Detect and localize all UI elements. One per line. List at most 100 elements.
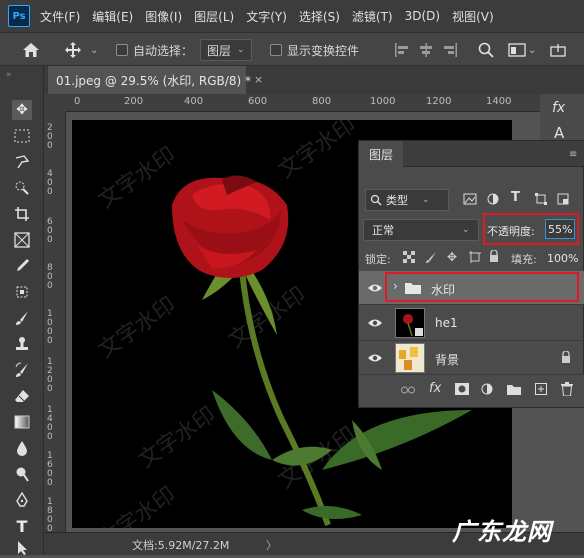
ruler-tick-label: 8 0 0 <box>47 263 53 291</box>
auto-select-value: 图层 <box>207 43 232 58</box>
pixel-filter-icon[interactable] <box>463 193 477 208</box>
checkbox-icon <box>270 44 282 56</box>
lock-pixels-icon[interactable] <box>425 251 437 266</box>
ruler-tick-label: 1 8 0 0 <box>47 497 53 534</box>
menu-type[interactable]: 文字(Y) <box>246 8 287 25</box>
menu-filter[interactable]: 滤镜(T) <box>352 8 393 25</box>
search-icon[interactable] <box>478 33 494 67</box>
layer-row-background[interactable]: 背景 <box>359 341 584 375</box>
auto-select-dropdown[interactable]: 图层 ⌄ <box>200 33 252 67</box>
checkbox-icon <box>116 44 128 56</box>
photoshop-logo: Ps <box>8 5 30 27</box>
menu-3d[interactable]: 3D(D) <box>405 9 440 23</box>
share-icon[interactable] <box>550 33 566 67</box>
home-icon[interactable] <box>22 33 40 67</box>
chevron-down-icon[interactable]: ⌄ <box>90 33 98 67</box>
menu-edit[interactable]: 编辑(E) <box>92 8 133 25</box>
crop-tool-icon[interactable] <box>12 204 32 224</box>
align-center-icon[interactable] <box>418 33 434 67</box>
layer-thumbnail <box>395 308 425 338</box>
show-transform-checkbox[interactable]: 显示变换控件 <box>270 33 359 67</box>
type-tool-icon[interactable]: T <box>12 516 32 536</box>
ruler-tick-label: 2 0 0 <box>47 123 53 151</box>
fill-input[interactable]: 100% <box>545 249 581 267</box>
menu-image[interactable]: 图像(I) <box>145 8 182 25</box>
document-tab[interactable]: 01.jpeg @ 29.5% (水印, RGB/8) * <box>48 66 251 94</box>
auto-select-label: 自动选择： <box>133 43 194 58</box>
adjustment-filter-icon[interactable] <box>487 193 499 208</box>
ruler-vertical: 2 0 0 4 0 0 6 0 0 8 0 0 1 0 0 0 1 2 0 0 … <box>44 112 66 534</box>
healing-brush-tool-icon[interactable] <box>12 282 32 302</box>
shape-filter-icon[interactable] <box>535 193 547 208</box>
lock-artboard-icon[interactable] <box>469 251 481 266</box>
dodge-tool-icon[interactable] <box>12 464 32 484</box>
ruler-tick-label: 1000 <box>370 96 396 107</box>
history-brush-tool-icon[interactable] <box>12 360 32 380</box>
ruler-tick-label: 1 2 0 0 <box>47 357 53 394</box>
fill-label: 填充: <box>511 253 537 266</box>
ruler-tick-label: 1 6 0 0 <box>47 451 53 488</box>
tab-layers[interactable]: 图层 <box>359 141 403 167</box>
ruler-tick-label: 1200 <box>426 96 452 107</box>
marquee-tool-icon[interactable] <box>12 126 32 146</box>
brush-tool-icon[interactable] <box>12 308 32 328</box>
collapse-icon[interactable]: » <box>6 70 12 80</box>
quick-select-tool-icon[interactable] <box>12 178 32 198</box>
eye-icon[interactable] <box>367 283 383 293</box>
blur-tool-icon[interactable] <box>12 438 32 458</box>
lasso-tool-icon[interactable] <box>12 152 32 172</box>
stamp-tool-icon[interactable] <box>12 334 32 354</box>
ruler-tick-label: 1 0 0 0 <box>47 309 53 346</box>
trash-icon[interactable] <box>561 382 573 396</box>
eye-icon[interactable] <box>367 353 383 363</box>
smart-object-filter-icon[interactable] <box>557 193 569 208</box>
blend-mode-dropdown[interactable]: 正常 ⌄ <box>363 219 479 241</box>
status-menu-arrow[interactable]: 〉 <box>266 537 277 553</box>
ruler-tick-label: 600 <box>248 96 268 107</box>
chevron-down-icon[interactable]: ⌄ <box>528 33 536 67</box>
frame-tool-icon[interactable] <box>12 230 32 250</box>
menu-layer[interactable]: 图层(L) <box>194 8 234 25</box>
align-right-icon[interactable] <box>442 33 458 67</box>
document-tab-strip: 01.jpeg @ 29.5% (水印, RGB/8) * × <box>44 66 584 94</box>
pen-tool-icon[interactable] <box>12 490 32 510</box>
fx-icon[interactable]: fx <box>429 381 441 396</box>
ruler-tick-label: 0 <box>74 96 81 107</box>
move-tool-icon[interactable] <box>64 33 82 67</box>
adjustment-layer-icon[interactable] <box>481 383 493 395</box>
fx-icon[interactable]: fx <box>552 100 565 116</box>
lock-transparent-icon[interactable] <box>403 251 415 266</box>
workspace-icon[interactable] <box>508 33 526 67</box>
ruler-tick-label: 800 <box>312 96 332 107</box>
ruler-horizontal: 0 200 400 600 800 1000 1200 1400 <box>66 94 584 112</box>
panel-menu-icon[interactable]: ≡ <box>569 149 577 160</box>
layer-mask-icon[interactable] <box>455 383 469 395</box>
lock-icon <box>562 351 570 363</box>
menu-view[interactable]: 视图(V) <box>452 8 494 25</box>
gradient-tool-icon[interactable] <box>12 412 32 432</box>
ruler-tick-label: 400 <box>184 96 204 107</box>
menu-file[interactable]: 文件(F) <box>40 8 80 25</box>
layer-name: he1 <box>435 316 458 330</box>
eye-icon[interactable] <box>367 318 383 328</box>
new-layer-icon[interactable] <box>535 383 547 395</box>
ruler-tick-label: 1 4 0 0 <box>47 405 53 442</box>
close-icon[interactable]: × <box>254 73 263 86</box>
link-icon[interactable] <box>401 385 415 395</box>
menu-select[interactable]: 选择(S) <box>299 8 340 25</box>
site-logo: 广东龙网 <box>452 518 552 546</box>
lock-all-icon[interactable] <box>489 249 499 265</box>
move-tool-icon[interactable]: ✥ <box>12 100 32 120</box>
filter-kind-dropdown[interactable]: 类型 ⌄ <box>365 189 449 211</box>
lock-position-icon[interactable]: ✥ <box>447 250 457 264</box>
new-group-icon[interactable] <box>507 384 521 395</box>
ruler-tick-label: 4 0 0 <box>47 169 53 197</box>
layer-row-he1[interactable]: he1 <box>359 305 584 341</box>
auto-select-checkbox[interactable]: 自动选择： <box>116 33 193 67</box>
align-left-icon[interactable] <box>394 33 410 67</box>
type-filter-icon[interactable]: T <box>511 190 520 205</box>
document-tab-title: 01.jpeg @ 29.5% (水印, RGB/8) * <box>56 73 251 88</box>
path-select-tool-icon[interactable] <box>12 538 32 558</box>
eraser-tool-icon[interactable] <box>12 386 32 406</box>
eyedropper-tool-icon[interactable] <box>12 256 32 276</box>
